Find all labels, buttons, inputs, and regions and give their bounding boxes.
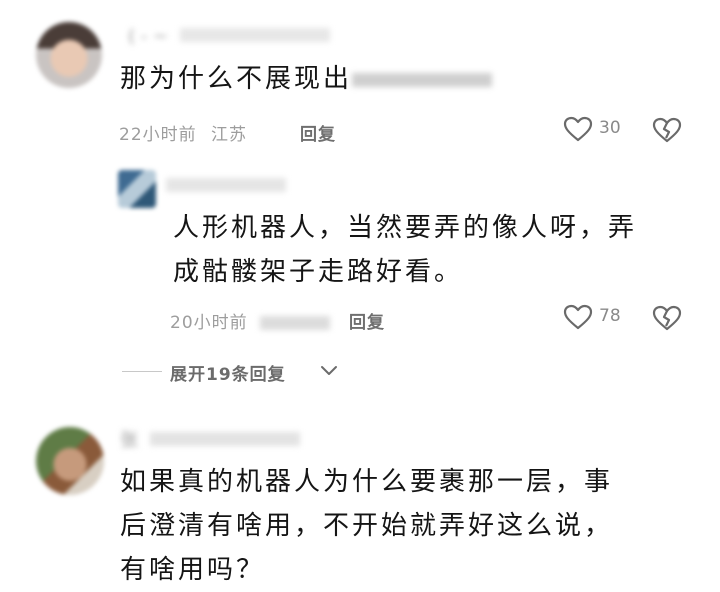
broken-heart-icon[interactable]: [652, 305, 682, 331]
timestamp: 22小时前: [119, 125, 197, 145]
username[interactable]: [166, 176, 286, 197]
avatar[interactable]: [118, 170, 156, 208]
chevron-down-icon: [321, 366, 337, 375]
broken-heart-icon[interactable]: [652, 117, 682, 143]
divider: [122, 371, 162, 372]
comment-text: 如果真的机器人为什么要裹那一层，事 后澄清有啥用，不开始就弄好这么说， 有啥用吗…: [120, 467, 614, 585]
like-count: 78: [599, 306, 621, 326]
heart-icon: [563, 304, 593, 330]
username[interactable]: 张: [120, 426, 300, 452]
timestamp: 20小时前: [170, 313, 248, 333]
reply-button[interactable]: 回复: [349, 308, 385, 333]
like-button[interactable]: 30: [563, 116, 621, 144]
like-count: 30: [599, 118, 621, 138]
like-button[interactable]: 78: [563, 304, 621, 332]
reply-text: 人形机器人，当然要弄的像人呀，弄 成骷髅架子走路好看。: [173, 213, 638, 287]
expand-replies-label: 展开19条回复: [170, 365, 286, 385]
heart-icon: [563, 116, 593, 142]
comment-text: 那为什么不展现出: [120, 57, 493, 101]
location: 江苏: [211, 125, 248, 145]
reply-meta: 20小时前: [170, 308, 331, 333]
reply-button[interactable]: 回复: [300, 120, 336, 145]
comment-meta: 22小时前 江苏: [119, 120, 247, 145]
avatar[interactable]: [36, 427, 104, 495]
username[interactable]: ( - ~: [128, 26, 330, 47]
avatar[interactable]: [36, 22, 102, 88]
